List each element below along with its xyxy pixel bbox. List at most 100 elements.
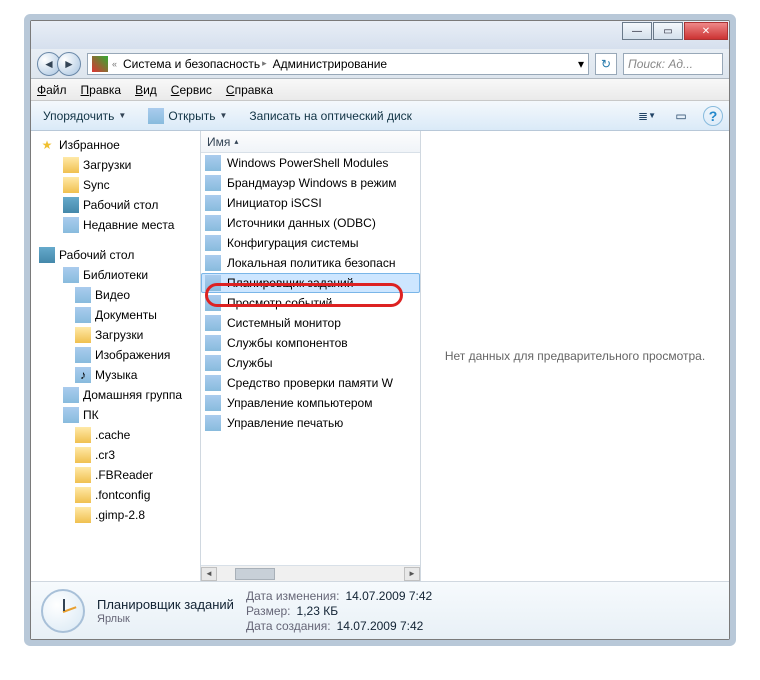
nav-item[interactable]: .fontconfig [31, 485, 200, 505]
folder-icon [75, 327, 91, 343]
folder-icon [75, 447, 91, 463]
shortcut-icon [205, 215, 221, 231]
list-item[interactable]: Источники данных (ODBC) [201, 213, 420, 233]
menu-bar: Файл Правка Вид Сервис Справка [31, 79, 729, 101]
maximize-button[interactable]: ▭ [653, 22, 683, 40]
list-item[interactable]: Windows PowerShell Modules [201, 153, 420, 173]
burn-button[interactable]: Записать на оптический диск [243, 107, 418, 125]
nav-item[interactable]: Изображения [31, 345, 200, 365]
titlebar: — ▭ ✕ [31, 21, 729, 49]
horizontal-scrollbar[interactable]: ◄► [201, 565, 420, 581]
folder-icon [75, 467, 91, 483]
desktop-icon [63, 197, 79, 213]
desktop-icon [39, 247, 55, 263]
shortcut-icon [205, 415, 221, 431]
menu-edit[interactable]: Правка [81, 83, 122, 97]
details-type: Ярлык [97, 613, 234, 625]
nav-favorites[interactable]: ★Избранное [31, 135, 200, 155]
breadcrumb-segment[interactable]: Система и безопасность▸ [121, 57, 269, 71]
shortcut-icon [205, 155, 221, 171]
shortcut-icon [205, 335, 221, 351]
nav-homegroup[interactable]: Домашняя группа [31, 385, 200, 405]
pictures-icon [75, 347, 91, 363]
close-button[interactable]: ✕ [684, 22, 728, 40]
details-name: Планировщик заданий [97, 597, 234, 612]
list-item[interactable]: Инициатор iSCSI [201, 193, 420, 213]
folder-icon [63, 157, 79, 173]
minimize-button[interactable]: — [622, 22, 652, 40]
nav-item[interactable]: Sync [31, 175, 200, 195]
preview-pane: Нет данных для предварительного просмотр… [421, 131, 729, 581]
libraries-icon [63, 267, 79, 283]
list-item[interactable]: Средство проверки памяти W [201, 373, 420, 393]
list-item[interactable]: Службы компонентов [201, 333, 420, 353]
list-item[interactable]: Конфигурация системы [201, 233, 420, 253]
nav-item[interactable]: .cache [31, 425, 200, 445]
help-button[interactable]: ? [703, 106, 723, 126]
menu-file[interactable]: Файл [37, 83, 67, 97]
scheduler-icon [41, 589, 85, 633]
list-item[interactable]: Службы [201, 353, 420, 373]
details-pane: Планировщик заданий Ярлык Дата изменения… [31, 581, 729, 639]
navigation-pane[interactable]: ★Избранное Загрузки Sync Рабочий стол Не… [31, 131, 201, 581]
nav-item[interactable]: Загрузки [31, 325, 200, 345]
nav-libraries[interactable]: Библиотеки [31, 265, 200, 285]
menu-view[interactable]: Вид [135, 83, 157, 97]
nav-item[interactable]: ♪Музыка [31, 365, 200, 385]
list-item[interactable]: Просмотр событий [201, 293, 420, 313]
homegroup-icon [63, 387, 79, 403]
nav-desktop[interactable]: Рабочий стол [31, 245, 200, 265]
view-options-button[interactable]: ≣ ▼ [635, 106, 659, 126]
nav-item[interactable]: Загрузки [31, 155, 200, 175]
shortcut-icon [205, 195, 221, 211]
shortcut-icon [205, 255, 221, 271]
breadcrumb[interactable]: « Система и безопасность▸ Администрирова… [87, 53, 589, 75]
list-item[interactable]: Планировщик заданий [201, 273, 420, 293]
folder-icon [75, 507, 91, 523]
music-icon: ♪ [75, 367, 91, 383]
shortcut-icon [205, 235, 221, 251]
nav-item[interactable]: Документы [31, 305, 200, 325]
shortcut-icon [205, 275, 221, 291]
column-header-name[interactable]: Имя▴ [201, 131, 420, 153]
recent-icon [63, 217, 79, 233]
refresh-button[interactable]: ↻ [595, 53, 617, 75]
list-item[interactable]: Брандмауэр Windows в режим [201, 173, 420, 193]
shortcut-icon [205, 175, 221, 191]
menu-tools[interactable]: Сервис [171, 83, 212, 97]
preview-pane-button[interactable]: ▭ [669, 106, 693, 126]
open-icon [148, 108, 164, 124]
list-item[interactable]: Управление компьютером [201, 393, 420, 413]
file-list-pane: Имя▴ Windows PowerShell ModulesБрандмауэ… [201, 131, 421, 581]
list-item[interactable]: Локальная политика безопасн [201, 253, 420, 273]
folder-icon [75, 427, 91, 443]
forward-button[interactable]: ► [57, 52, 81, 76]
documents-icon [75, 307, 91, 323]
shortcut-icon [205, 395, 221, 411]
list-item[interactable]: Системный монитор [201, 313, 420, 333]
chevron-down-icon[interactable]: ▾ [578, 57, 584, 71]
list-item[interactable]: Управление печатью [201, 413, 420, 433]
nav-item[interactable]: Рабочий стол [31, 195, 200, 215]
shortcut-icon [205, 355, 221, 371]
folder-icon [63, 177, 79, 193]
nav-item[interactable]: .FBReader [31, 465, 200, 485]
address-bar: ◄ ► « Система и безопасность▸ Администри… [31, 49, 729, 79]
explorer-window: — ▭ ✕ ◄ ► « Система и безопасность▸ Адми… [30, 20, 730, 640]
nav-item[interactable]: .gimp-2.8 [31, 505, 200, 525]
computer-icon [63, 407, 79, 423]
toolbar: Упорядочить▼ Открыть▼ Записать на оптиче… [31, 101, 729, 131]
nav-item[interactable]: Недавние места [31, 215, 200, 235]
open-button[interactable]: Открыть▼ [142, 106, 233, 126]
file-list[interactable]: Windows PowerShell ModulesБрандмауэр Win… [201, 153, 420, 565]
nav-item[interactable]: .cr3 [31, 445, 200, 465]
shield-icon [92, 56, 108, 72]
shortcut-icon [205, 315, 221, 331]
search-input[interactable]: Поиск: Ад... [623, 53, 723, 75]
nav-item[interactable]: Видео [31, 285, 200, 305]
menu-help[interactable]: Справка [226, 83, 273, 97]
organize-button[interactable]: Упорядочить▼ [37, 107, 132, 125]
breadcrumb-segment[interactable]: Администрирование [271, 57, 389, 71]
nav-pc[interactable]: ПК [31, 405, 200, 425]
folder-icon [75, 487, 91, 503]
